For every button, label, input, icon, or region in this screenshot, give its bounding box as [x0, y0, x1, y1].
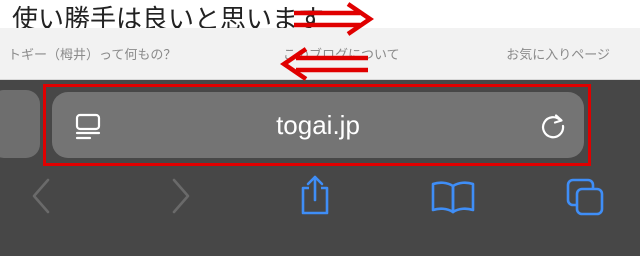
chevron-right-icon[interactable]	[168, 176, 194, 220]
reload-icon[interactable]	[538, 111, 568, 145]
book-icon[interactable]	[430, 180, 476, 218]
nav-link-favorites[interactable]: お気に入りページ	[506, 44, 610, 63]
previous-tab-preview[interactable]	[0, 90, 40, 158]
chevron-left-icon[interactable]	[28, 176, 54, 220]
tabs-icon[interactable]	[566, 178, 606, 222]
address-bar[interactable]: togai.jp	[52, 92, 584, 158]
arrow-left-icon	[272, 47, 372, 85]
url-text[interactable]: togai.jp	[52, 92, 584, 158]
share-icon[interactable]	[298, 174, 332, 220]
arrow-right-icon	[290, 2, 380, 40]
nav-link-about-togi[interactable]: トギー（栂井）って何もの？	[8, 44, 176, 63]
